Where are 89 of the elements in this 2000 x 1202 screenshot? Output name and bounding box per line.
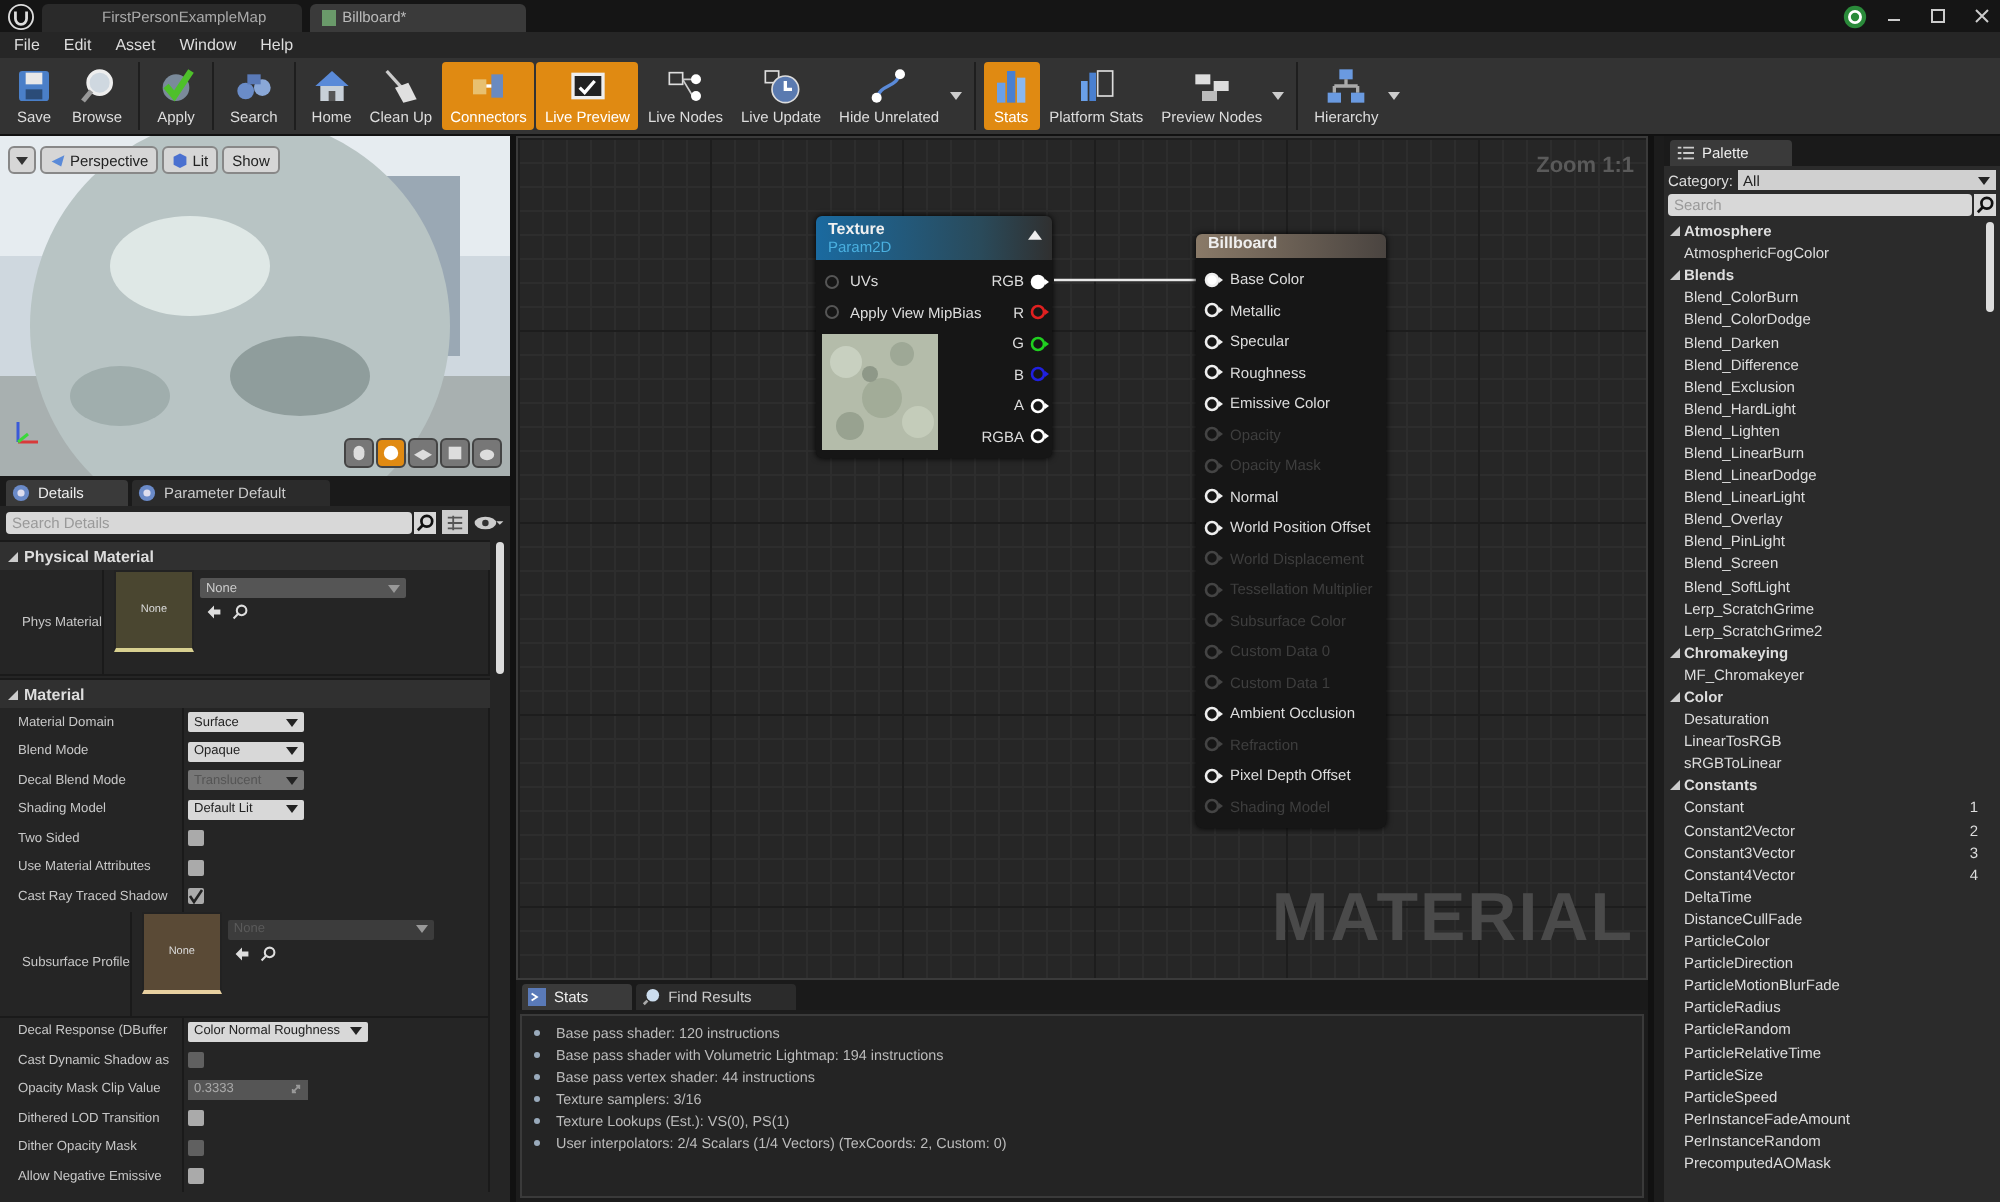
pin-icon[interactable] (1204, 395, 1224, 412)
view-options-button[interactable] (8, 146, 36, 174)
wire (1054, 274, 1196, 286)
magnifier-icon (77, 66, 117, 106)
search-icon[interactable] (259, 945, 276, 961)
triangle-icon (1670, 780, 1680, 791)
pin-icon[interactable] (1204, 488, 1224, 505)
eye-icon[interactable] (474, 513, 504, 531)
arrow-icon[interactable] (233, 945, 250, 961)
search-icon[interactable] (414, 511, 436, 533)
curve-icon (869, 66, 910, 106)
triangle-icon (1670, 270, 1680, 281)
node-title: Texture (828, 220, 885, 238)
collapse-icon[interactable] (1028, 230, 1042, 240)
plane-icon (50, 152, 66, 168)
preview-shape-button[interactable] (472, 438, 502, 468)
pin-icon[interactable] (1030, 397, 1050, 414)
checkbox[interactable] (188, 830, 204, 847)
caret-icon (415, 924, 428, 934)
caret-icon (286, 775, 298, 786)
menu-item[interactable]: Edit (63, 36, 92, 54)
preview-shape-button[interactable] (376, 438, 406, 468)
grid-icon (446, 513, 464, 531)
search-icon[interactable] (1974, 194, 1996, 216)
preview-shape-button[interactable] (344, 438, 374, 468)
pin-icon[interactable] (1204, 271, 1224, 288)
triangle-icon (1670, 226, 1680, 237)
pin-icon[interactable] (1204, 333, 1224, 350)
pin-icon[interactable] (1030, 273, 1050, 290)
magnifier-icon (642, 988, 661, 1006)
caret-icon (16, 155, 28, 165)
nodes-icon (665, 66, 706, 106)
menu-item[interactable]: Help (260, 36, 294, 54)
bullet-icon (534, 1052, 540, 1058)
menu-item[interactable]: Asset (115, 36, 156, 54)
caret-icon (1978, 175, 1990, 185)
check-icon (188, 888, 204, 905)
grid-view-button[interactable] (442, 510, 468, 534)
pin-icon[interactable] (1204, 705, 1224, 722)
info-icon (12, 484, 30, 502)
axis-gizmo-icon (12, 416, 44, 448)
triangle-icon (1670, 692, 1680, 703)
maximize-icon[interactable] (1928, 6, 1948, 26)
bullet-icon (534, 1030, 540, 1036)
section-title: Material (24, 685, 85, 703)
checkbox[interactable] (188, 1110, 204, 1127)
triangle-icon (8, 689, 18, 699)
pin-icon[interactable] (1204, 364, 1224, 381)
search-icon[interactable] (231, 604, 248, 620)
pin-icon[interactable] (1030, 428, 1050, 445)
cube-icon (172, 152, 189, 168)
arrow-icon[interactable] (205, 604, 222, 620)
resize-icon (290, 1084, 302, 1095)
menu-item[interactable]: Window (179, 36, 237, 54)
caret-icon (286, 746, 298, 757)
preview-shape-button[interactable] (408, 438, 438, 468)
section-title: Physical Material (24, 547, 154, 565)
section-header[interactable]: Physical Material (0, 540, 490, 570)
bullet-icon (534, 1140, 540, 1146)
bullet-icon (534, 1118, 540, 1124)
caret-icon (286, 717, 298, 728)
checkbox[interactable] (188, 888, 204, 905)
checkbox[interactable] (188, 1168, 204, 1185)
triangle-icon (8, 551, 18, 561)
bullet-icon (534, 1096, 540, 1102)
list-icon (1676, 144, 1694, 162)
bar-chart-icon (1076, 66, 1117, 106)
pin-icon[interactable] (1204, 302, 1224, 319)
info-icon (137, 484, 156, 502)
tree-icon (1326, 66, 1367, 106)
house-icon (311, 66, 352, 106)
bullet-icon (534, 1074, 540, 1080)
preview-shape-button[interactable] (440, 438, 470, 468)
checkbox[interactable] (188, 859, 204, 876)
caret-icon (349, 1026, 362, 1037)
caret-icon (286, 804, 298, 815)
section-header[interactable]: Material (0, 678, 490, 708)
node-title: Billboard (1208, 234, 1278, 252)
pin-icon[interactable] (1204, 519, 1224, 536)
pin-icon[interactable] (1204, 767, 1224, 784)
caret-icon (387, 583, 400, 593)
menu-item[interactable]: File (14, 36, 40, 54)
broom-icon (380, 66, 421, 106)
triangle-icon (1670, 647, 1680, 658)
close-icon[interactable] (1972, 6, 1992, 26)
clock-icon (761, 66, 802, 106)
badge-icon[interactable] (1842, 3, 1868, 29)
terminal-icon (528, 988, 546, 1006)
pin-icon[interactable] (1030, 335, 1050, 352)
